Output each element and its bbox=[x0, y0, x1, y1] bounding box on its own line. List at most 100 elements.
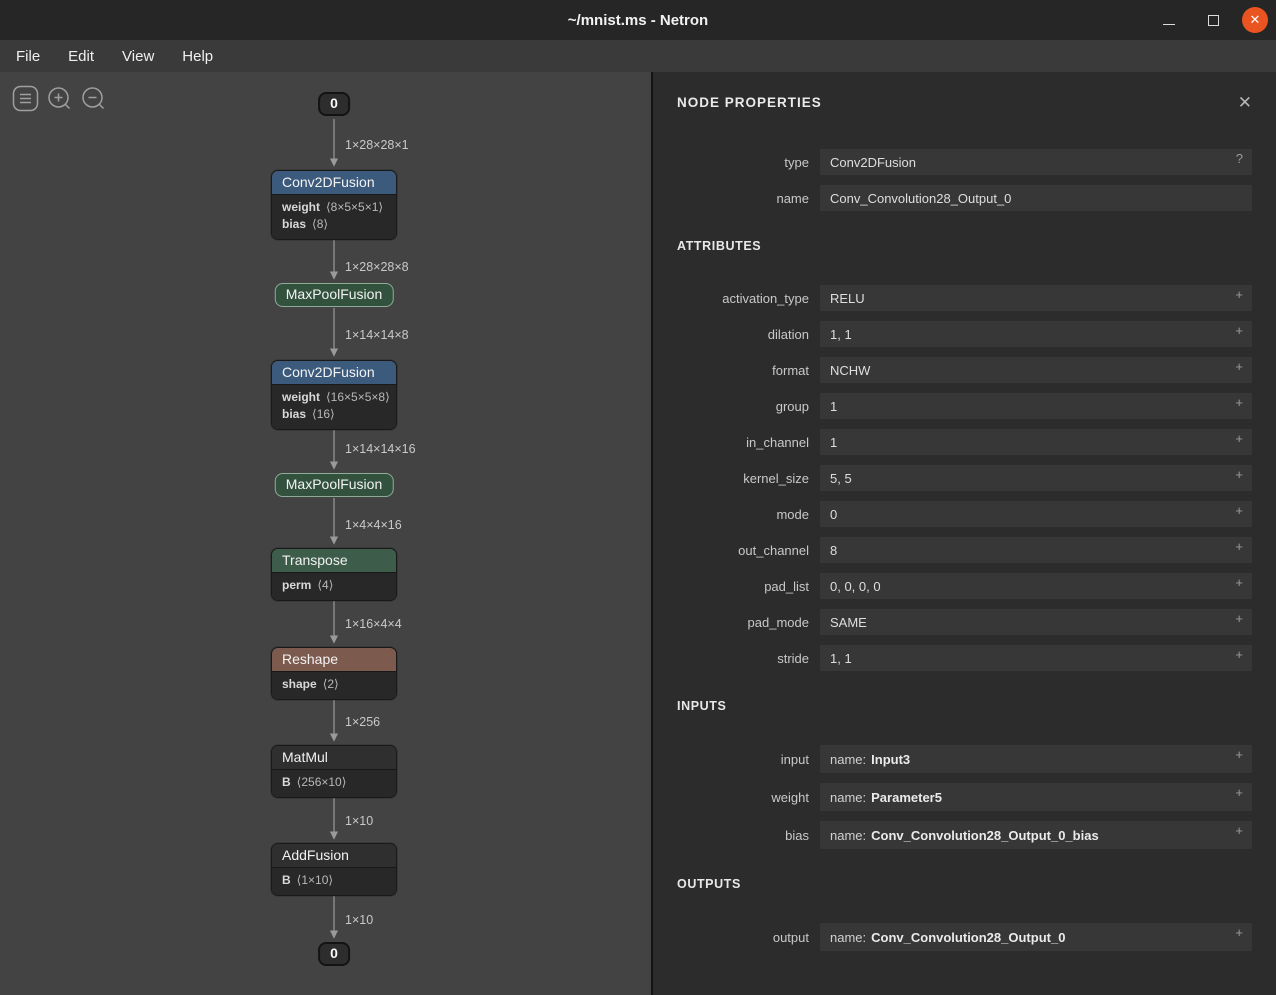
zoom-in-icon bbox=[46, 85, 73, 112]
attribute-row: group 1+ bbox=[677, 393, 1252, 419]
graph-input-node[interactable]: 0 bbox=[318, 92, 350, 116]
input-row: bias name: Conv_Convolution28_Output_0_b… bbox=[677, 821, 1252, 849]
attr-value: ⟨4⟩ bbox=[317, 578, 333, 592]
attribute-value-box[interactable]: 0, 0, 0, 0+ bbox=[820, 573, 1252, 599]
type-value-box[interactable]: Conv2DFusion ? bbox=[820, 149, 1252, 175]
expand-icon[interactable]: + bbox=[1235, 748, 1243, 761]
sidebar-menu-button[interactable] bbox=[12, 85, 39, 112]
output-name: Conv_Convolution28_Output_0 bbox=[871, 930, 1065, 945]
graph-node-conv2dfusion-1[interactable]: Conv2DFusion weight⟨8×5×5×1⟩ bias⟨8⟩ bbox=[271, 170, 397, 240]
attribute-row: dilation 1, 1+ bbox=[677, 321, 1252, 347]
maximize-button[interactable] bbox=[1198, 5, 1228, 35]
expand-icon[interactable]: + bbox=[1235, 432, 1243, 445]
attribute-row: out_channel 8+ bbox=[677, 537, 1252, 563]
node-title[interactable]: Conv2DFusion bbox=[272, 361, 396, 384]
expand-icon[interactable]: + bbox=[1235, 540, 1243, 553]
node-title[interactable]: MatMul bbox=[272, 746, 396, 769]
node-attr: weight⟨8×5×5×1⟩ bbox=[282, 199, 386, 216]
panel-header: NODE PROPERTIES ✕ bbox=[677, 94, 1252, 111]
field-label: dilation bbox=[677, 327, 809, 342]
expand-icon[interactable]: + bbox=[1235, 824, 1243, 837]
node-title[interactable]: Conv2DFusion bbox=[272, 171, 396, 194]
attr-value: ⟨8⟩ bbox=[312, 217, 328, 231]
attribute-value-box[interactable]: 1+ bbox=[820, 393, 1252, 419]
graph-node-matmul[interactable]: MatMul B⟨256×10⟩ bbox=[271, 745, 397, 798]
attribute-row: pad_mode SAME+ bbox=[677, 609, 1252, 635]
zoom-out-button[interactable] bbox=[80, 85, 107, 112]
input-name: Input3 bbox=[871, 752, 910, 767]
expand-icon[interactable]: + bbox=[1235, 648, 1243, 661]
attribute-value: NCHW bbox=[830, 363, 870, 378]
expand-icon[interactable]: + bbox=[1235, 576, 1243, 589]
graph-node-transpose[interactable]: Transpose perm⟨4⟩ bbox=[271, 548, 397, 601]
graph-canvas[interactable]: 0 1×28×28×1 1×28×28×8 1×14×14×8 1×14×14×… bbox=[0, 72, 651, 995]
edge-label: 1×28×28×8 bbox=[345, 260, 409, 274]
minimize-button[interactable] bbox=[1154, 5, 1184, 35]
output-value-box[interactable]: name: Conv_Convolution28_Output_0 + bbox=[820, 923, 1252, 951]
graph-node-addfusion[interactable]: AddFusion B⟨1×10⟩ bbox=[271, 843, 397, 896]
node-attrs: weight⟨16×5×5×8⟩ bias⟨16⟩ bbox=[272, 384, 396, 429]
node-title[interactable]: AddFusion bbox=[272, 844, 396, 867]
edge-label: 1×14×14×16 bbox=[345, 442, 416, 456]
panel-close-icon[interactable]: ✕ bbox=[1238, 94, 1252, 111]
node-properties-panel: NODE PROPERTIES ✕ type Conv2DFusion ? na… bbox=[651, 72, 1276, 995]
graph-output-node[interactable]: 0 bbox=[318, 942, 350, 966]
input-value-box[interactable]: name: Conv_Convolution28_Output_0_bias + bbox=[820, 821, 1252, 849]
field-label: mode bbox=[677, 507, 809, 522]
attribute-value-box[interactable]: RELU+ bbox=[820, 285, 1252, 311]
expand-icon[interactable]: + bbox=[1235, 396, 1243, 409]
zoom-out-icon bbox=[80, 85, 107, 112]
attribute-value-box[interactable]: 1+ bbox=[820, 429, 1252, 455]
expand-icon[interactable]: + bbox=[1235, 468, 1243, 481]
name-value: Conv_Convolution28_Output_0 bbox=[830, 191, 1011, 206]
input-value-box[interactable]: name: Parameter5 + bbox=[820, 783, 1252, 811]
expand-icon[interactable]: + bbox=[1235, 612, 1243, 625]
expand-icon[interactable]: + bbox=[1235, 324, 1243, 337]
attr-key: bias bbox=[282, 407, 306, 421]
attribute-value-box[interactable]: 1, 1+ bbox=[820, 645, 1252, 671]
expand-icon[interactable]: + bbox=[1235, 786, 1243, 799]
edge-label: 1×4×4×16 bbox=[345, 518, 402, 532]
edge-label: 1×28×28×1 bbox=[345, 138, 409, 152]
input-value-box[interactable]: name: Input3 + bbox=[820, 745, 1252, 773]
graph-node-reshape[interactable]: Reshape shape ⟨2⟩ bbox=[271, 647, 397, 700]
attr-key: shape bbox=[282, 677, 317, 691]
type-help-icon[interactable]: ? bbox=[1236, 152, 1243, 165]
attribute-value-box[interactable]: SAME+ bbox=[820, 609, 1252, 635]
field-label: weight bbox=[677, 790, 809, 805]
menu-edit[interactable]: Edit bbox=[54, 44, 108, 69]
attribute-value-box[interactable]: 1, 1+ bbox=[820, 321, 1252, 347]
graph-node-maxpoolfusion-1[interactable]: MaxPoolFusion bbox=[275, 283, 394, 307]
window-title: ~/mnist.ms - Netron bbox=[0, 12, 1276, 29]
zoom-in-button[interactable] bbox=[46, 85, 73, 112]
attributes-section-title: ATTRIBUTES bbox=[677, 239, 1252, 253]
node-title[interactable]: Transpose bbox=[272, 549, 396, 572]
menu-help[interactable]: Help bbox=[168, 44, 227, 69]
attribute-value: 8 bbox=[830, 543, 837, 558]
attribute-value: 5, 5 bbox=[830, 471, 852, 486]
graph-node-conv2dfusion-2[interactable]: Conv2DFusion weight⟨16×5×5×8⟩ bias⟨16⟩ bbox=[271, 360, 397, 430]
attribute-value: 0 bbox=[830, 507, 837, 522]
attr-value: ⟨1×10⟩ bbox=[297, 873, 333, 887]
name-value-box[interactable]: Conv_Convolution28_Output_0 bbox=[820, 185, 1252, 211]
attribute-value-box[interactable]: 5, 5 + bbox=[820, 465, 1252, 491]
attribute-value-box[interactable]: 8+ bbox=[820, 537, 1252, 563]
attribute-value-box[interactable]: NCHW + bbox=[820, 357, 1252, 383]
node-attr: bias⟨16⟩ bbox=[282, 406, 386, 423]
node-attr: perm⟨4⟩ bbox=[282, 577, 386, 594]
attr-key: weight bbox=[282, 200, 320, 214]
attribute-value-box[interactable]: 0+ bbox=[820, 501, 1252, 527]
close-button[interactable]: ✕ bbox=[1242, 7, 1268, 33]
menu-file[interactable]: File bbox=[2, 44, 54, 69]
attr-value: ⟨2⟩ bbox=[323, 677, 339, 691]
menu-view[interactable]: View bbox=[108, 44, 168, 69]
expand-icon[interactable]: + bbox=[1235, 360, 1243, 373]
node-title[interactable]: Reshape bbox=[272, 648, 396, 671]
expand-icon[interactable]: + bbox=[1235, 504, 1243, 517]
attr-key: weight bbox=[282, 390, 320, 404]
graph-node-maxpoolfusion-2[interactable]: MaxPoolFusion bbox=[275, 473, 394, 497]
expand-icon[interactable]: + bbox=[1235, 926, 1243, 939]
field-label: activation_type bbox=[677, 291, 809, 306]
inputs-section-title: INPUTS bbox=[677, 699, 1252, 713]
expand-icon[interactable]: + bbox=[1235, 288, 1243, 301]
